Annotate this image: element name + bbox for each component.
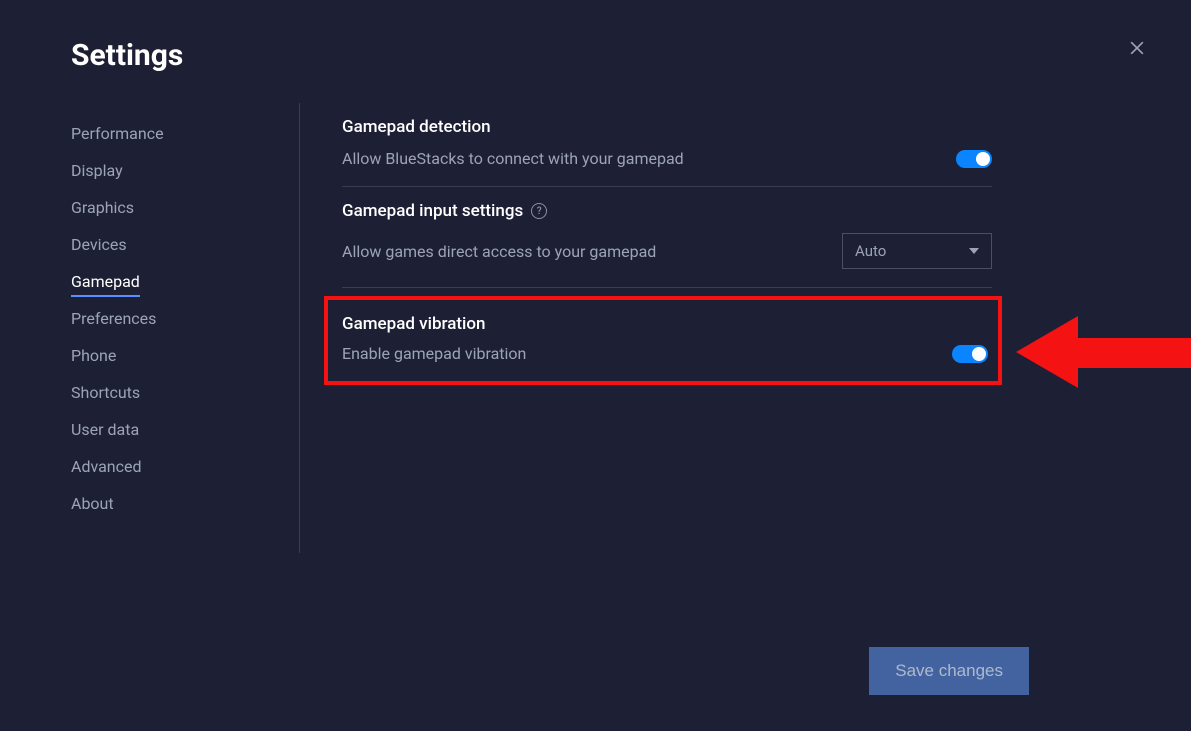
section-title: Gamepad detection [342,117,992,137]
settings-sidebar: Performance Display Graphics Devices Gam… [0,103,300,553]
setting-label: Enable gamepad vibration [342,344,526,363]
sidebar-item-devices[interactable]: Devices [71,226,299,263]
section-title: Gamepad input settings [342,201,523,221]
page-title: Settings [71,38,1191,73]
sidebar-item-label: User data [71,420,139,439]
sidebar-item-advanced[interactable]: Advanced [71,448,299,485]
save-changes-button[interactable]: Save changes [869,647,1029,695]
chevron-down-icon [969,248,979,254]
sidebar-item-label: Advanced [71,457,142,476]
sidebar-item-user-data[interactable]: User data [71,411,299,448]
sidebar-item-phone[interactable]: Phone [71,337,299,374]
select-value: Auto [855,242,886,260]
sidebar-item-shortcuts[interactable]: Shortcuts [71,374,299,411]
gamepad-vibration-section: Gamepad vibration Enable gamepad vibrati… [324,296,1002,385]
close-icon [1127,38,1147,58]
sidebar-item-label: About [71,494,114,513]
gamepad-input-select[interactable]: Auto [842,233,992,269]
sidebar-item-label: Phone [71,346,116,365]
setting-label: Allow games direct access to your gamepa… [342,242,656,261]
help-icon[interactable]: ? [531,203,547,219]
sidebar-item-display[interactable]: Display [71,152,299,189]
sidebar-item-about[interactable]: About [71,485,299,522]
sidebar-item-label: Devices [71,235,127,254]
sidebar-item-label: Graphics [71,198,134,217]
setting-label: Allow BlueStacks to connect with your ga… [342,149,684,168]
gamepad-detection-section: Gamepad detection Allow BlueStacks to co… [342,103,992,187]
close-button[interactable] [1127,38,1147,58]
sidebar-item-preferences[interactable]: Preferences [71,300,299,337]
sidebar-item-label: Display [71,161,123,180]
sidebar-item-label: Gamepad [71,272,140,297]
section-title: Gamepad vibration [342,314,988,334]
gamepad-vibration-toggle[interactable] [952,345,988,363]
sidebar-item-gamepad[interactable]: Gamepad [71,263,299,300]
settings-content: Gamepad detection Allow BlueStacks to co… [300,103,1191,553]
sidebar-item-label: Shortcuts [71,383,140,402]
gamepad-detection-toggle[interactable] [956,150,992,168]
sidebar-item-label: Preferences [71,309,156,328]
sidebar-item-performance[interactable]: Performance [71,115,299,152]
gamepad-input-section: Gamepad input settings ? Allow games dir… [342,187,992,288]
sidebar-item-label: Performance [71,124,164,143]
sidebar-item-graphics[interactable]: Graphics [71,189,299,226]
